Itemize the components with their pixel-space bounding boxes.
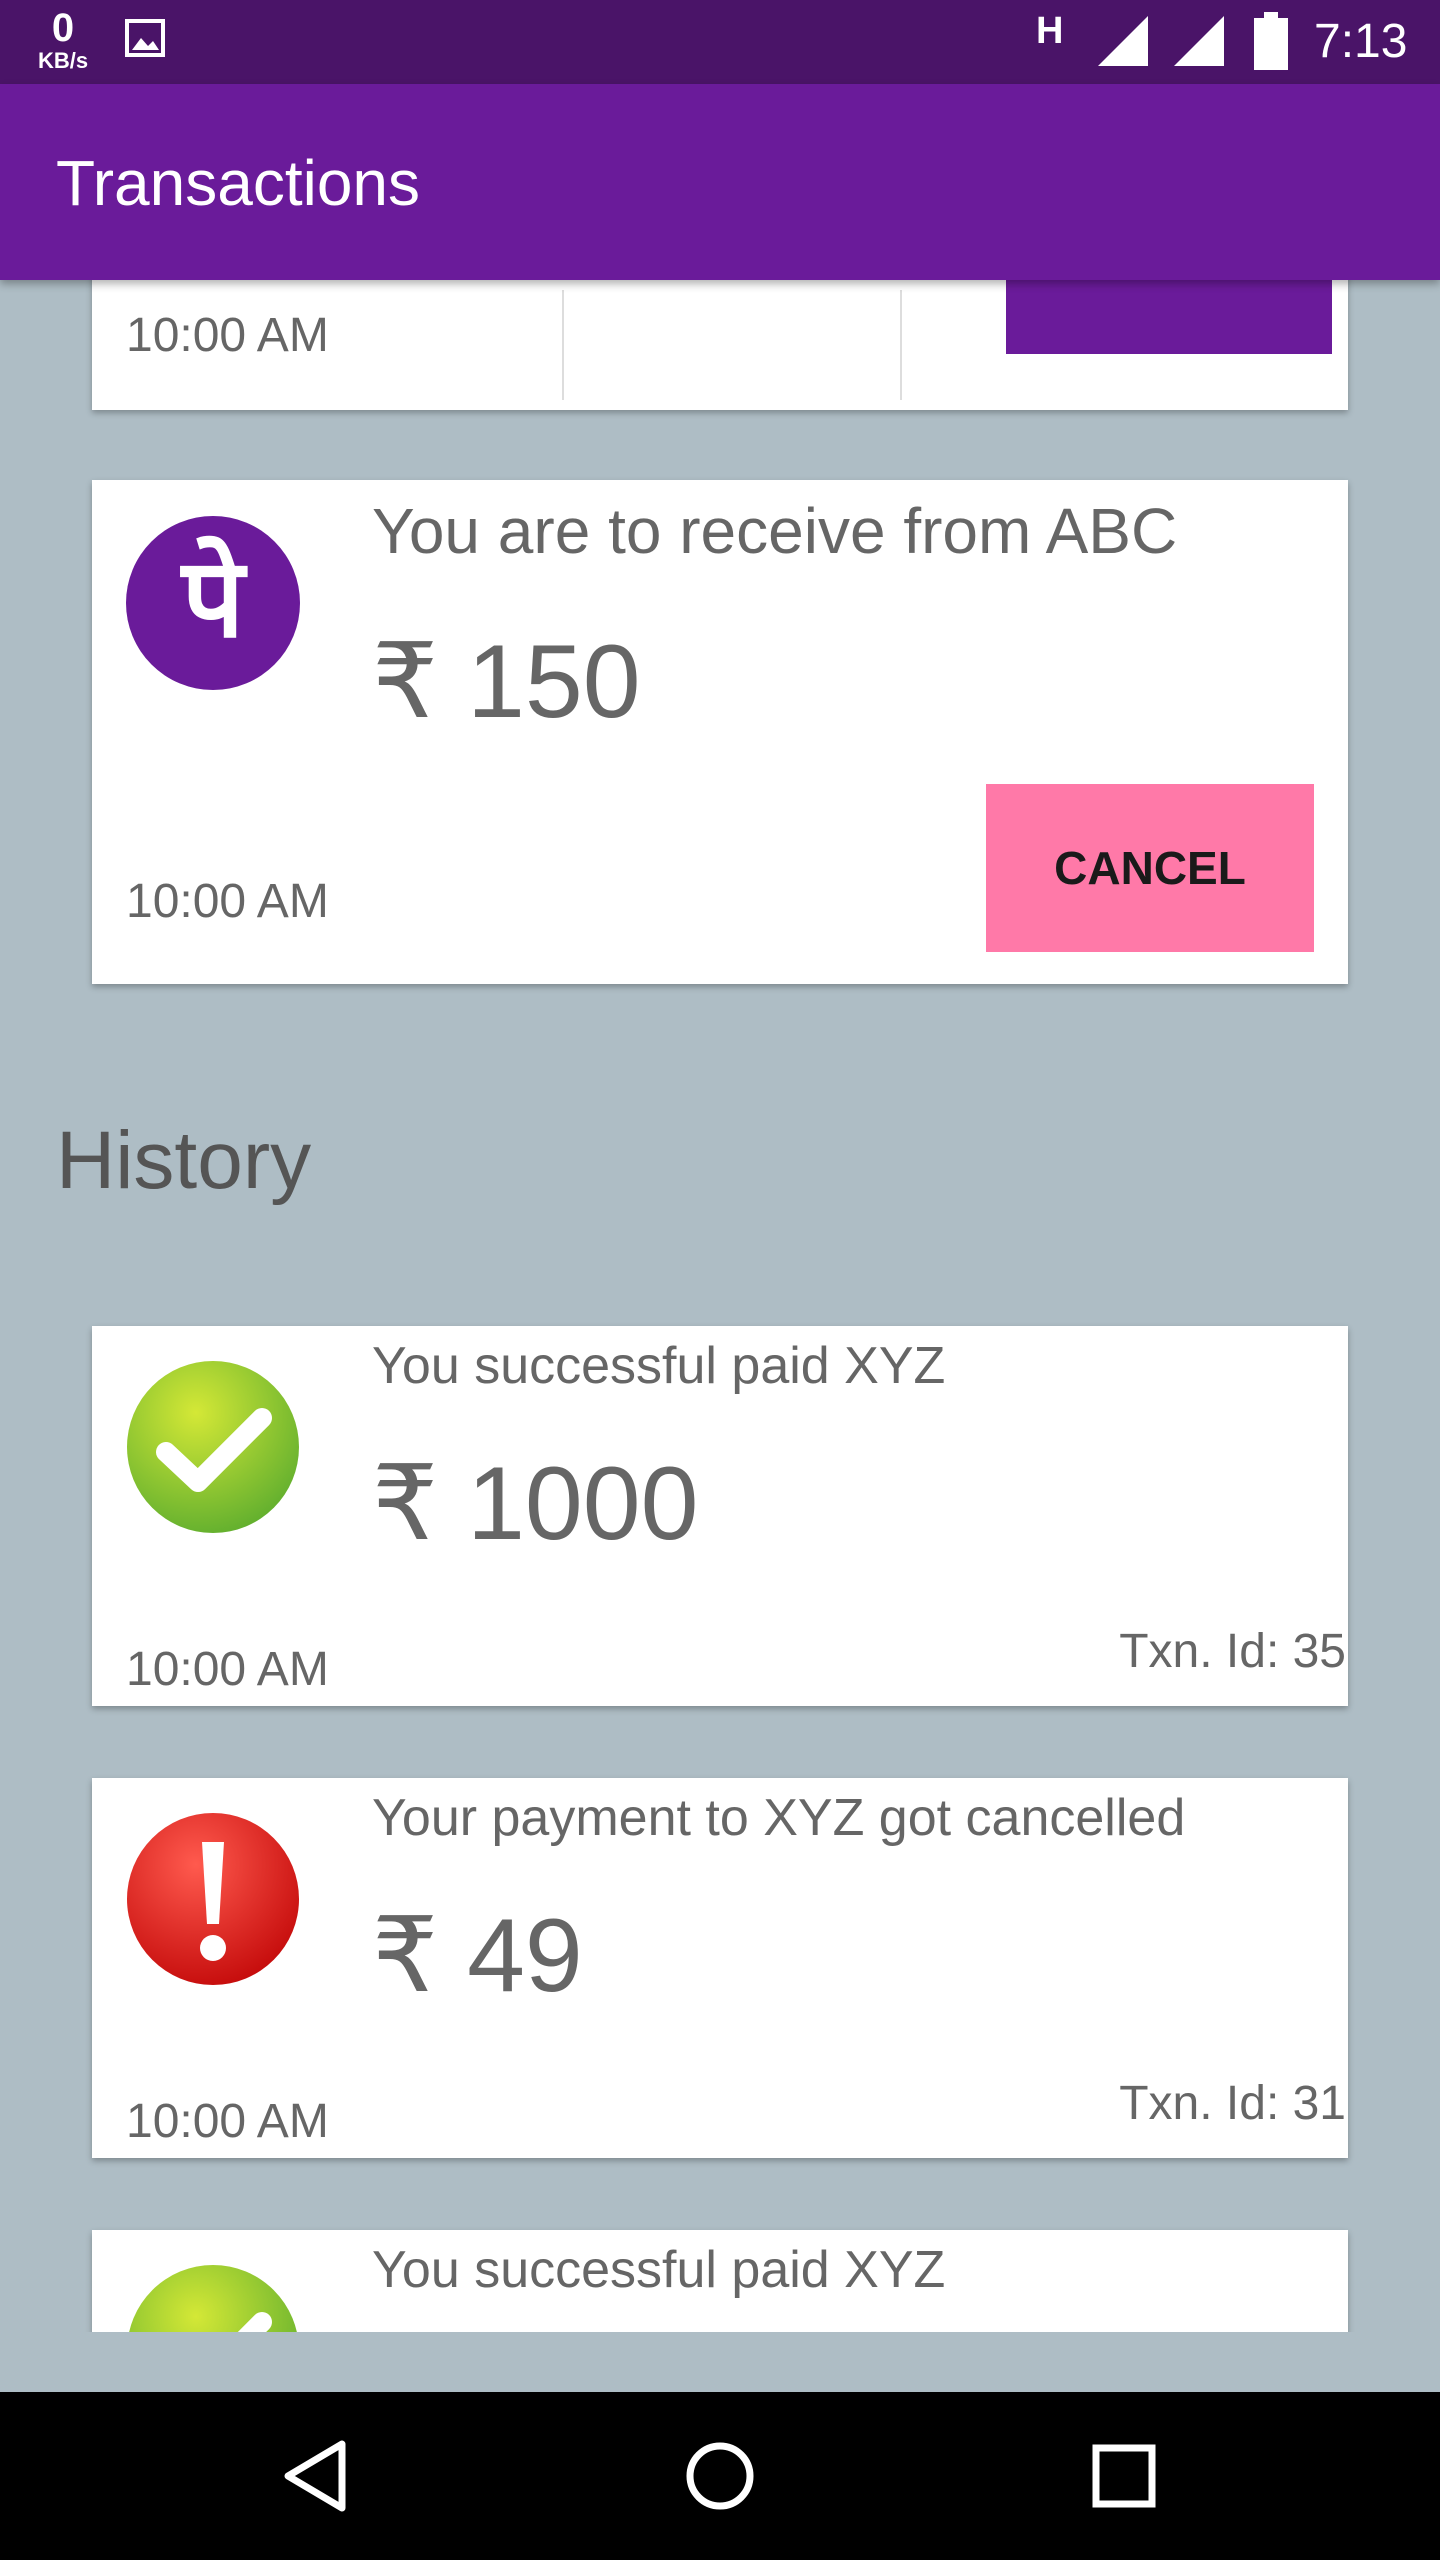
transaction-time: 10:00 AM — [126, 875, 329, 928]
history-card[interactable]: You successful paid XYZ ₹ 1000 10:00 AM … — [92, 1326, 1348, 1706]
home-icon[interactable] — [676, 2432, 764, 2520]
transactions-list[interactable]: 10:00 AM पे You are to receive from ABC … — [0, 280, 1440, 2332]
cancel-button[interactable]: CANCEL — [986, 784, 1314, 952]
divider — [900, 290, 902, 400]
status-bar: 0 KB/s H 7:13 — [0, 0, 1440, 84]
phonepe-logo-icon: पे — [126, 516, 300, 690]
transaction-title: You successful paid XYZ — [372, 1337, 946, 1395]
alert-icon — [126, 1812, 300, 1986]
network-speed-value: 0 — [51, 6, 75, 50]
history-card[interactable]: Your payment to XYZ got cancelled ₹ 49 1… — [92, 1778, 1348, 2158]
action-button[interactable] — [1006, 280, 1332, 354]
cancel-button-label: CANCEL — [1054, 842, 1246, 894]
transaction-title: Your payment to XYZ got cancelled — [372, 1789, 1186, 1847]
transaction-id: Txn. Id: 31 — [1119, 2077, 1346, 2130]
history-card[interactable]: You successful paid XYZ — [92, 2230, 1348, 2332]
transaction-time: 10:00 AM — [126, 309, 329, 362]
pending-transaction-card[interactable]: पे You are to receive from ABC ₹ 150 10:… — [92, 480, 1348, 984]
transaction-card-partial: 10:00 AM — [92, 280, 1348, 410]
recents-icon[interactable] — [1080, 2432, 1168, 2520]
check-icon — [126, 1360, 300, 1534]
signal-icon — [1096, 14, 1150, 73]
navigation-bar — [0, 2392, 1440, 2560]
transaction-amount: ₹ 1000 — [372, 1446, 699, 1562]
clock: 7:13 — [1314, 15, 1408, 68]
phonepe-logo-glyph: पे — [181, 534, 245, 662]
divider — [562, 290, 564, 400]
network-type: H — [1036, 10, 1064, 52]
back-icon[interactable] — [272, 2432, 360, 2520]
transaction-title: You are to receive from ABC — [372, 495, 1178, 567]
transaction-title: You successful paid XYZ — [372, 2241, 946, 2299]
signal-icon — [1172, 14, 1226, 73]
transaction-amount: ₹ 150 — [372, 624, 641, 740]
transaction-time: 10:00 AM — [126, 2095, 329, 2148]
battery-icon — [1254, 12, 1288, 75]
transaction-amount: ₹ 49 — [372, 1898, 583, 2014]
check-icon — [126, 2264, 300, 2332]
transaction-time: 10:00 AM — [126, 1643, 329, 1696]
network-speed-unit: KB/s — [37, 48, 89, 73]
page-title: Transactions — [56, 147, 420, 219]
image-icon — [124, 18, 166, 63]
history-heading: History — [56, 1115, 312, 1206]
network-speed: 0 KB/s — [28, 8, 98, 72]
app-bar: Transactions — [0, 84, 1440, 280]
transaction-id: Txn. Id: 35 — [1119, 1625, 1346, 1678]
